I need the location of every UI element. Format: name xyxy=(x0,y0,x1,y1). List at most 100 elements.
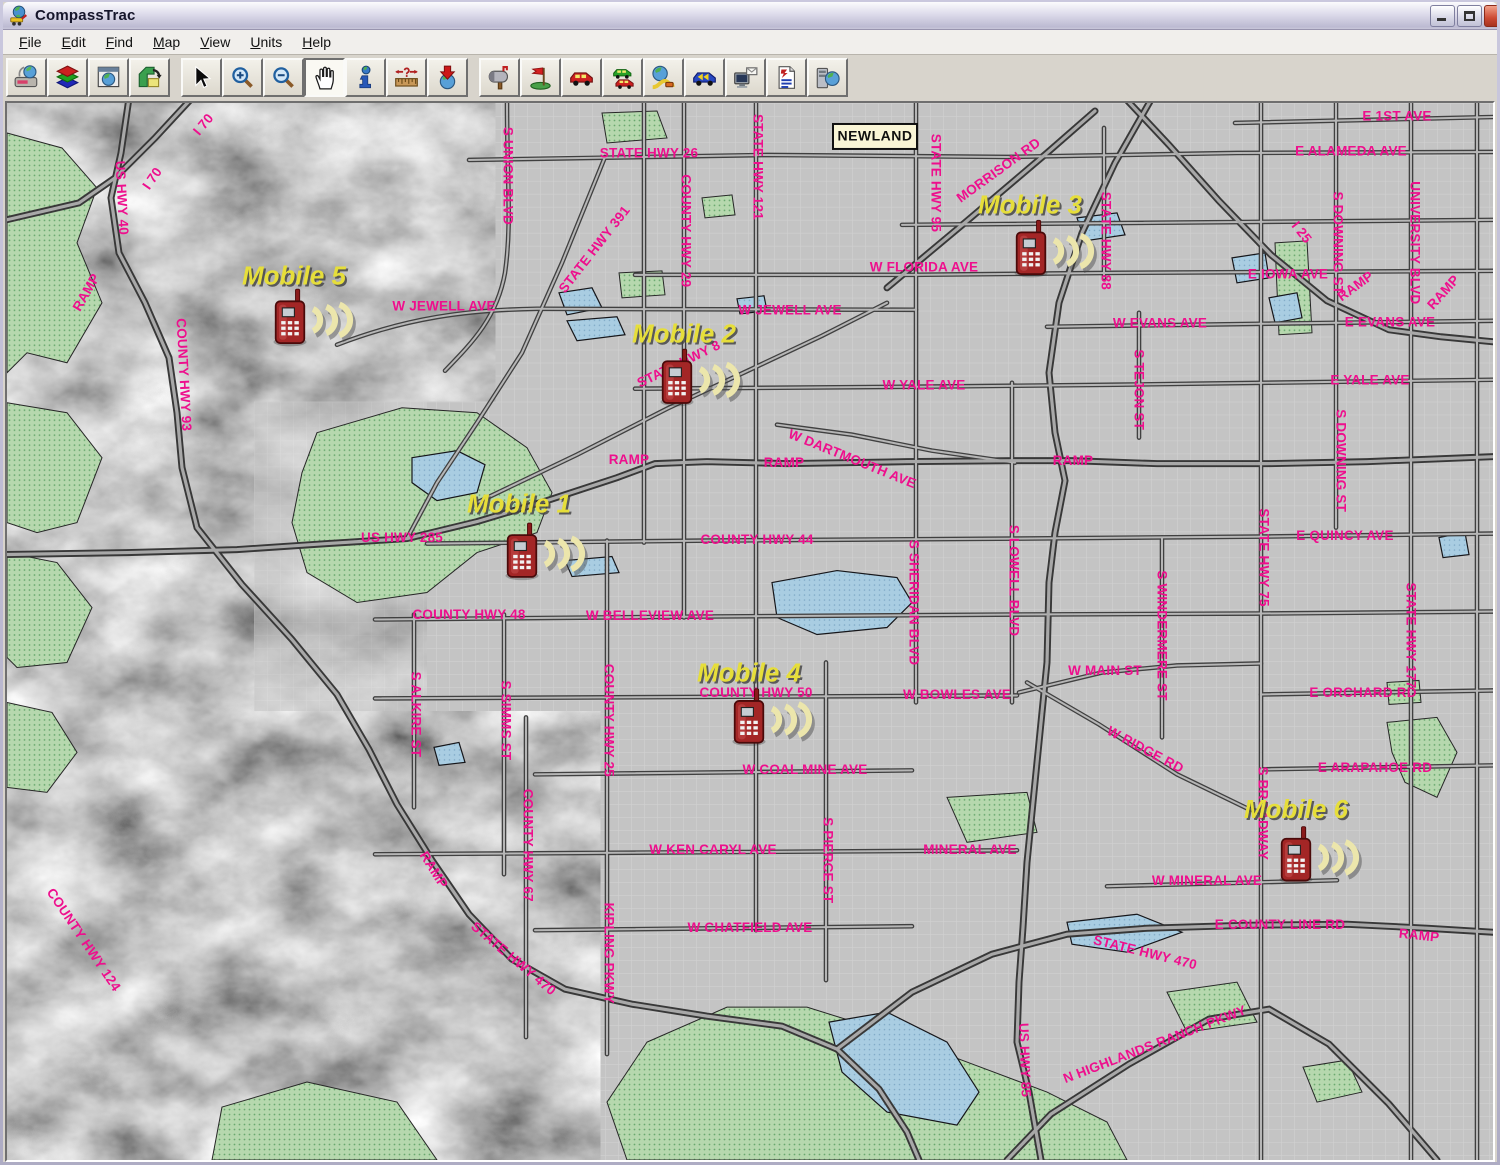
street-label: W BELLEVIEW AVE xyxy=(586,608,714,623)
goto-location-icon xyxy=(434,65,461,90)
app-icon xyxy=(8,5,30,27)
street-label: W MAIN ST xyxy=(1068,663,1142,678)
mailbox-messages-icon xyxy=(486,65,513,90)
menu-item-edit[interactable]: Edit xyxy=(52,31,96,54)
street-label: E COUNTY LINE RD xyxy=(1215,917,1345,932)
vehicle-icon xyxy=(568,65,595,90)
identify-info-button[interactable] xyxy=(345,58,386,97)
app-window: CompassTrac File Edit Find Map View Unit… xyxy=(0,0,1500,1165)
overview-note-button[interactable] xyxy=(129,58,170,97)
street-label: W CHATFIELD AVE xyxy=(688,920,813,935)
street-label: E 1ST AVE xyxy=(1362,109,1431,124)
place-box-newland: NEWLAND xyxy=(833,124,917,149)
street-label: STATE HWY 88 xyxy=(1098,192,1113,291)
vehicle-route-button[interactable] xyxy=(643,58,684,97)
window-controls xyxy=(1430,5,1497,27)
street-label: RAMP xyxy=(1053,453,1094,468)
menu-item-file[interactable]: File xyxy=(9,31,52,54)
mobile-1-label: Mobile 1 xyxy=(467,488,571,518)
street-label: STATE HWY 26 xyxy=(600,146,699,161)
maximize-button[interactable] xyxy=(1457,5,1482,27)
identify-info-icon xyxy=(352,65,379,90)
toolbar xyxy=(3,55,1497,100)
street-label: E QUINCY AVE xyxy=(1296,528,1393,543)
report-button[interactable] xyxy=(766,58,807,97)
street-label: S PIERCE ST xyxy=(820,817,835,904)
send-message-button[interactable] xyxy=(725,58,766,97)
street-label: W MINERAL AVE xyxy=(1152,873,1262,888)
street-label: RAMP xyxy=(609,452,650,467)
map-window-button[interactable] xyxy=(88,58,129,97)
mailbox-messages-button[interactable] xyxy=(479,58,520,97)
street-label: S WINDERMERE ST xyxy=(1154,570,1169,701)
street-label: E YALE AVE xyxy=(1330,372,1409,387)
vehicle-fleet-icon xyxy=(609,65,636,90)
street-label: W JEWELL AVE xyxy=(738,302,841,317)
map-canvas[interactable]: I 70 US HWY 40 I 70 RAMP COUNTY HWY 93 S… xyxy=(7,103,1493,1160)
window-title: CompassTrac xyxy=(35,7,136,24)
measure-distance-icon xyxy=(393,65,420,90)
mobile-4-label: Mobile 4 xyxy=(697,657,801,687)
menu-item-find[interactable]: Find xyxy=(96,31,143,54)
minimize-icon xyxy=(1437,18,1446,21)
zoom-out-button[interactable] xyxy=(263,58,304,97)
report-icon xyxy=(773,65,800,90)
mobile-6-label: Mobile 6 xyxy=(1244,794,1348,824)
street-label: STATE HWY 95 xyxy=(928,134,943,233)
street-label: W BOWLES AVE xyxy=(903,687,1011,702)
menu-item-map[interactable]: Map xyxy=(143,31,190,54)
select-pointer-button[interactable] xyxy=(181,58,222,97)
window-body: CompassTrac File Edit Find Map View Unit… xyxy=(3,2,1497,1162)
pan-hand-button[interactable] xyxy=(304,58,345,97)
print-map-icon xyxy=(13,65,40,90)
goto-location-button[interactable] xyxy=(427,58,468,97)
menu-item-units[interactable]: Units xyxy=(240,31,292,54)
map-layers-button[interactable] xyxy=(47,58,88,97)
street-label: STATE HWY 75 xyxy=(1256,508,1271,607)
minimize-button[interactable] xyxy=(1430,5,1455,27)
title-bar[interactable]: CompassTrac xyxy=(3,2,1497,30)
street-label: US HWY 285 xyxy=(361,530,443,545)
mobile-3-label: Mobile 3 xyxy=(978,190,1082,220)
history-playback-button[interactable] xyxy=(684,58,725,97)
street-label: W EVANS AVE xyxy=(1113,315,1207,330)
measure-distance-button[interactable] xyxy=(386,58,427,97)
menu-bar: File Edit Find Map View Units Help xyxy=(3,30,1497,55)
map-window-icon xyxy=(95,65,122,90)
zoom-out-icon xyxy=(270,65,297,90)
street-label: E IOWA AVE xyxy=(1248,266,1328,281)
street-label: S SIMMS ST xyxy=(498,680,513,760)
street-label: W KEN CARYL AVE xyxy=(649,842,776,857)
vehicle-button[interactable] xyxy=(561,58,602,97)
menu-item-help[interactable]: Help xyxy=(292,31,341,54)
street-label: COUNTY HWY 25 xyxy=(601,664,616,777)
street-label: COUNTY HWY 29 xyxy=(678,174,693,287)
mobile-5-label: Mobile 5 xyxy=(242,261,346,291)
street-label: US HWY 85 xyxy=(1016,1023,1034,1098)
street-label: S DOWNING ST xyxy=(1330,192,1345,295)
map-layers-icon xyxy=(54,65,81,90)
zoom-in-button[interactable] xyxy=(222,58,263,97)
menu-item-view[interactable]: View xyxy=(190,31,240,54)
street-label: W FLORIDA AVE xyxy=(870,259,979,274)
zoom-in-icon xyxy=(229,65,256,90)
street-label: S UNION BLVD xyxy=(500,127,515,225)
send-message-icon xyxy=(732,65,759,90)
street-label: E ALAMEDA AVE xyxy=(1295,144,1407,159)
street-label: W YALE AVE xyxy=(883,377,966,392)
street-label: COUNTY HWY 48 xyxy=(412,607,525,622)
street-label: COUNTY HWY 44 xyxy=(700,532,813,547)
street-label: W JEWELL AVE xyxy=(392,298,495,313)
print-map-button[interactable] xyxy=(6,58,47,97)
vehicle-route-icon xyxy=(650,65,677,90)
select-pointer-icon xyxy=(188,65,215,90)
street-label: W COAL MINE AVE xyxy=(743,762,868,777)
street-label: S TEJON ST xyxy=(1131,349,1146,430)
maximize-icon xyxy=(1464,11,1475,21)
database-globe-button[interactable] xyxy=(807,58,848,97)
street-label: MINERAL AVE xyxy=(923,842,1016,857)
close-button[interactable] xyxy=(1484,5,1497,27)
waypoint-flag-button[interactable] xyxy=(520,58,561,97)
waypoint-flag-icon xyxy=(527,65,554,90)
vehicle-fleet-button[interactable] xyxy=(602,58,643,97)
